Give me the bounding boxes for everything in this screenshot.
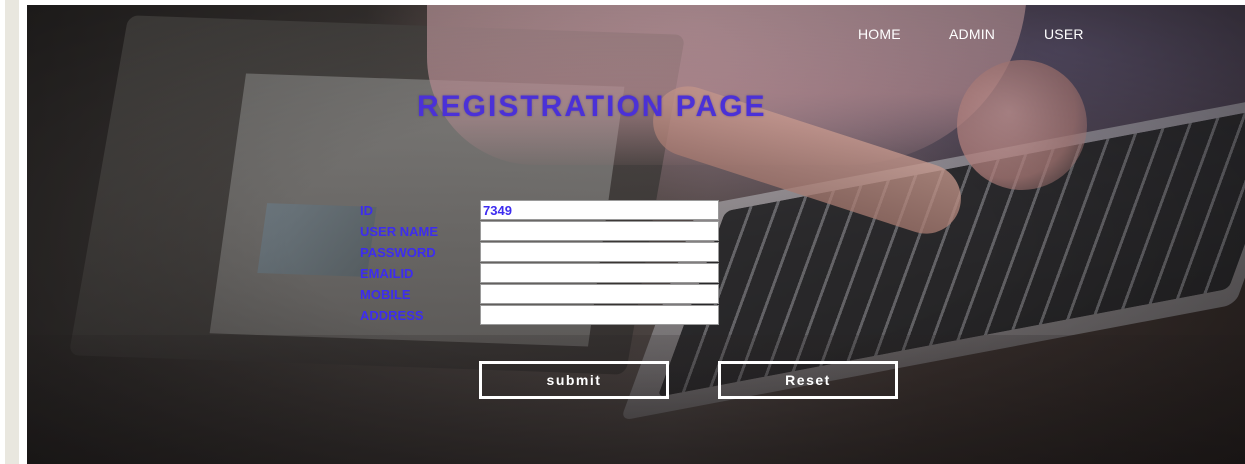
- address-field[interactable]: [480, 305, 719, 325]
- address-label: ADDRESS: [360, 308, 424, 323]
- id-label: ID: [360, 203, 373, 218]
- form-row-address: ADDRESS: [360, 305, 760, 326]
- left-gutter: [5, 0, 19, 464]
- nav-home-link[interactable]: HOME: [858, 26, 901, 42]
- form-row-username: USER NAME: [360, 221, 760, 242]
- username-field[interactable]: [480, 221, 719, 241]
- password-label: PASSWORD: [360, 245, 436, 260]
- submit-button[interactable]: submit: [479, 361, 669, 399]
- form-row-email: EMAILID: [360, 263, 760, 284]
- browser-viewport: HOME ADMIN USER REGISTRATION PAGE ID USE…: [0, 0, 1245, 464]
- email-label: EMAILID: [360, 266, 414, 281]
- id-field[interactable]: [480, 200, 719, 220]
- form-row-mobile: MOBILE: [360, 284, 760, 305]
- form-row-password: PASSWORD: [360, 242, 760, 263]
- nav-admin-link[interactable]: ADMIN: [949, 26, 995, 42]
- password-field[interactable]: [480, 242, 719, 262]
- top-nav: HOME ADMIN USER: [27, 26, 1245, 46]
- mobile-label: MOBILE: [360, 287, 411, 302]
- nav-user-link[interactable]: USER: [1044, 26, 1084, 42]
- username-label: USER NAME: [360, 224, 439, 239]
- hero-background: HOME ADMIN USER REGISTRATION PAGE ID USE…: [27, 5, 1245, 464]
- reset-button[interactable]: Reset: [718, 361, 898, 399]
- mobile-field[interactable]: [480, 284, 719, 304]
- form-row-id: ID: [360, 200, 760, 221]
- email-field[interactable]: [480, 263, 719, 283]
- page-title: REGISTRATION PAGE: [417, 90, 767, 123]
